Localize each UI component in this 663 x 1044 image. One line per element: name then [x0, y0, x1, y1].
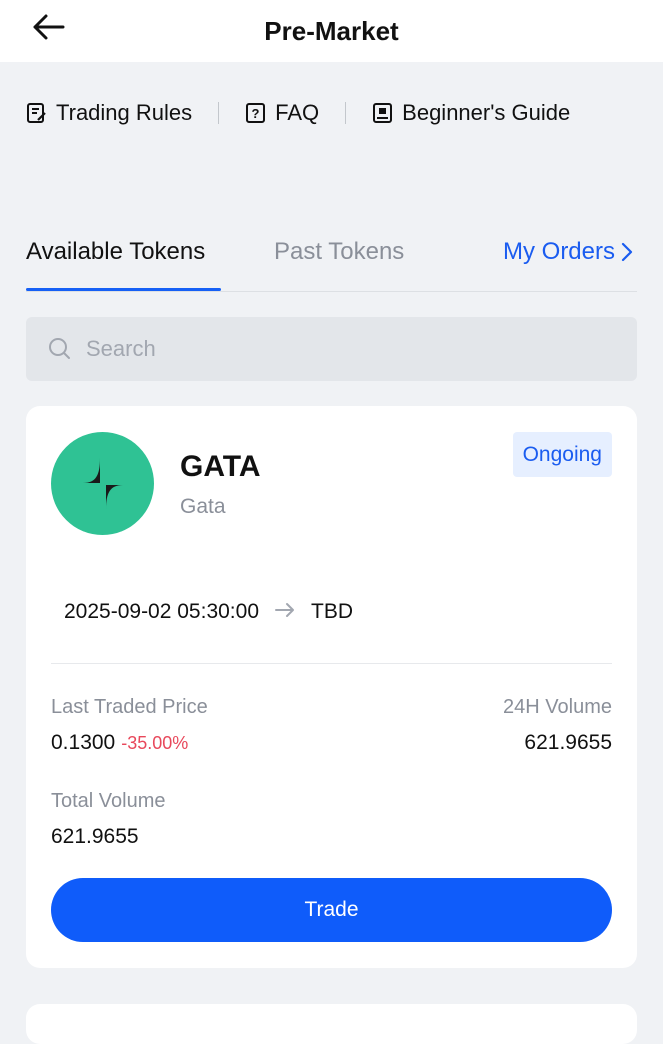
rules-icon [27, 103, 46, 123]
active-tab-indicator [26, 288, 221, 291]
last-price-row: 0.1300 -35.00% [51, 731, 188, 755]
volume-24h-label: 24H Volume [503, 696, 612, 718]
tab-past-tokens[interactable]: Past Tokens [274, 238, 404, 266]
faq-icon: ? [246, 103, 266, 123]
top-bar: Pre-Market [0, 0, 663, 62]
search-bar[interactable] [26, 317, 637, 381]
my-orders-label: My Orders [502, 238, 615, 265]
faq-link[interactable]: ? FAQ [245, 100, 319, 126]
beginners-guide-label: Beginner's Guide [402, 100, 571, 125]
trading-rules-label: Trading Rules [56, 100, 193, 125]
token-tabs: Available Tokens Past Tokens My Orders [26, 234, 637, 292]
arrow-right-icon [275, 600, 295, 624]
back-button[interactable] [30, 12, 66, 42]
price-change: -35.00% [121, 733, 189, 753]
tab-available-tokens[interactable]: Available Tokens [26, 238, 205, 266]
page-title: Pre-Market [264, 15, 399, 46]
beginners-guide-link[interactable]: Beginner's Guide [372, 100, 570, 126]
trading-period: 2025-09-02 05:30:00 TBD [64, 600, 353, 624]
token-symbol: GATA [180, 450, 261, 483]
trading-rules-link[interactable]: Trading Rules [26, 100, 192, 126]
info-links: Trading Rules ? FAQ Beginner's Guide [26, 96, 570, 130]
search-icon [49, 338, 70, 359]
token-name: Gata [180, 495, 226, 518]
search-input[interactable] [86, 336, 586, 362]
start-time: 2025-09-02 05:30:00 [64, 600, 259, 623]
next-token-card [26, 1004, 637, 1044]
status-badge: Ongoing [512, 432, 612, 477]
faq-label: FAQ [275, 100, 320, 125]
last-price-value: 0.1300 [51, 731, 116, 754]
trade-button[interactable]: Trade [51, 878, 612, 942]
total-volume-value: 621.9655 [51, 825, 139, 848]
total-volume-label: Total Volume [51, 790, 166, 812]
token-card: GATA Gata Ongoing 2025-09-02 05:30:00 TB… [26, 406, 637, 968]
end-time: TBD [311, 600, 353, 623]
my-orders-link[interactable]: My Orders [503, 238, 633, 266]
chevron-right-icon [621, 242, 633, 262]
token-logo [51, 432, 154, 535]
volume-24h-value: 621.9655 [524, 731, 612, 754]
arrow-left-icon [33, 14, 65, 40]
guide-icon [373, 103, 393, 123]
divider [218, 102, 220, 124]
divider [345, 102, 347, 124]
svg-text:?: ? [252, 106, 260, 121]
last-price-label: Last Traded Price [51, 696, 208, 718]
gata-logo-icon [82, 457, 123, 510]
divider [51, 663, 612, 664]
